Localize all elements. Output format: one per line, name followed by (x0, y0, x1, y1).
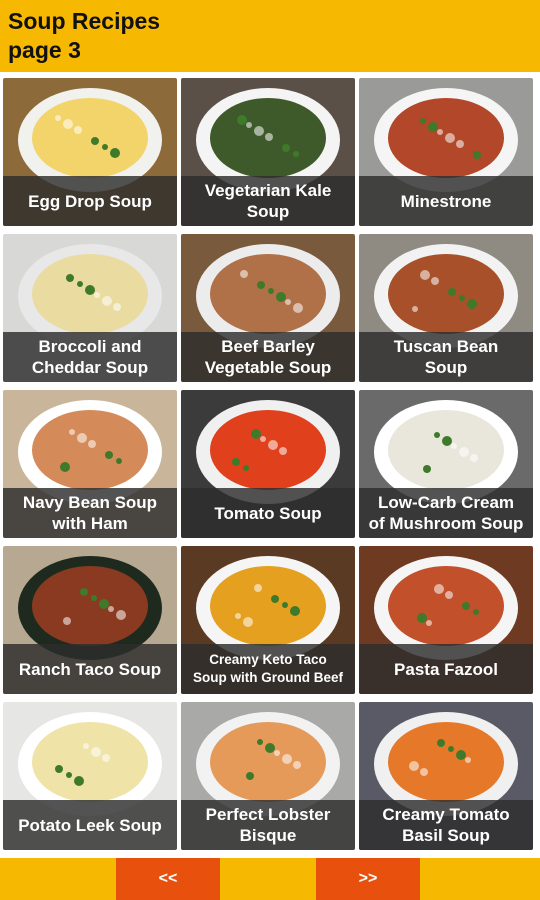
recipe-name: Creamy Keto Taco Soup with Ground Beef (181, 644, 355, 694)
recipe-card[interactable]: Tomato Soup (181, 390, 355, 538)
recipe-name: Low-Carb Cream of Mushroom Soup (359, 488, 533, 538)
recipe-card[interactable]: Minestrone (359, 78, 533, 226)
recipe-name: Potato Leek Soup (3, 800, 177, 850)
recipe-grid: Egg Drop Soup Vegetarian Kale Soup Minestr… (0, 72, 540, 858)
recipe-card[interactable]: Broccoli and Cheddar Soup (3, 234, 177, 382)
page-title: Soup Recipes (8, 8, 161, 34)
recipe-name: Navy Bean Soup with Ham (3, 488, 177, 538)
recipe-name: Broccoli and Cheddar Soup (3, 332, 177, 382)
recipe-name: Tomato Soup (181, 488, 355, 538)
next-page-button[interactable]: >> (316, 858, 420, 900)
recipe-name: Egg Drop Soup (3, 176, 177, 226)
recipe-card[interactable]: Creamy Tomato Basil Soup (359, 702, 533, 850)
recipe-name: Perfect Lobster Bisque (181, 800, 355, 850)
recipe-card[interactable]: Potato Leek Soup (3, 702, 177, 850)
recipe-card[interactable]: Perfect Lobster Bisque (181, 702, 355, 850)
recipe-card[interactable]: Navy Bean Soup with Ham (3, 390, 177, 538)
recipe-name: Creamy Tomato Basil Soup (359, 800, 533, 850)
recipe-name: Beef Barley Vegetable Soup (181, 332, 355, 382)
recipe-card[interactable]: Ranch Taco Soup (3, 546, 177, 694)
recipe-card[interactable]: Low-Carb Cream of Mushroom Soup (359, 390, 533, 538)
recipe-card[interactable]: Tuscan Bean Soup (359, 234, 533, 382)
recipe-name: Minestrone (359, 176, 533, 226)
pagination-bar: << >> (0, 858, 540, 900)
recipe-name: Tuscan Bean Soup (359, 332, 533, 382)
previous-page-button[interactable]: << (116, 858, 220, 900)
recipe-card[interactable]: Vegetarian Kale Soup (181, 78, 355, 226)
recipe-name: Pasta Fazool (359, 644, 533, 694)
app-header: Soup Recipes page 3 (0, 0, 540, 72)
recipe-card[interactable]: Pasta Fazool (359, 546, 533, 694)
recipe-card[interactable]: Egg Drop Soup (3, 78, 177, 226)
recipe-card[interactable]: Beef Barley Vegetable Soup (181, 234, 355, 382)
recipe-name: Vegetarian Kale Soup (181, 176, 355, 226)
recipe-name: Ranch Taco Soup (3, 644, 177, 694)
page-subtitle: page 3 (8, 37, 81, 63)
recipe-card[interactable]: Creamy Keto Taco Soup with Ground Beef (181, 546, 355, 694)
